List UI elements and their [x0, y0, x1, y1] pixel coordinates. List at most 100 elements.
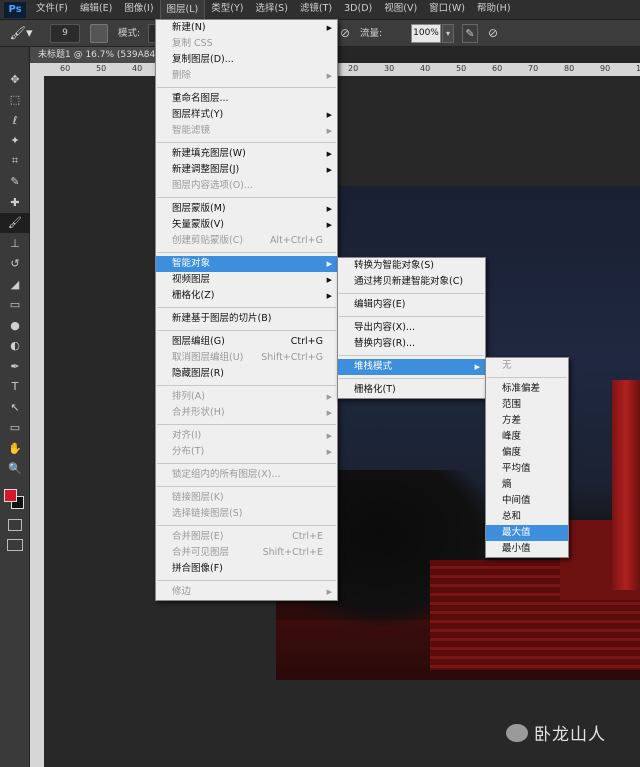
history-brush-icon[interactable]: ↺ [0, 254, 30, 275]
airbrush-icon[interactable]: ✎ [462, 24, 478, 43]
menu-item[interactable]: 栅格化(Z) ▶ [156, 288, 337, 304]
menu-item-label: 平均值 [502, 463, 531, 474]
document-tab[interactable]: 未标题1 @ 16.7% (539A849 [30, 47, 156, 63]
smart-object-submenu: 转换为智能对象(S) 通过拷贝新建智能对象(C) 编辑内容(E) 导出内容(X)...… [337, 257, 486, 399]
menu-item[interactable]: 中间值 [486, 493, 568, 509]
menu-item-label: 栅格化(Z) [172, 290, 215, 301]
menu-item[interactable]: 范围 [486, 397, 568, 413]
menu-item[interactable]: 隐藏图层(R) [156, 366, 337, 382]
menu-item[interactable]: 图层编组(G) Ctrl+G [156, 334, 337, 350]
submenu-arrow-icon: ▶ [326, 292, 332, 300]
menu-6[interactable]: 滤镜(T) [294, 0, 338, 19]
menu-item[interactable]: 拼合图像(F) [156, 561, 337, 577]
menu-item[interactable]: 新建基于图层的切片(B) [156, 311, 337, 327]
brush-size-field[interactable]: 9 [50, 24, 80, 43]
menu-item[interactable]: 重命名图层... [156, 91, 337, 107]
type-icon[interactable]: T [0, 377, 30, 398]
menu-item[interactable]: 替换内容(R)... [338, 336, 485, 352]
menu-separator [157, 197, 336, 198]
menu-item[interactable]: 新建填充图层(W) ▶ [156, 146, 337, 162]
move-icon[interactable]: ✥ [0, 69, 30, 90]
menu-9[interactable]: 窗口(W) [423, 0, 471, 19]
menu-item[interactable]: 最大值 [486, 525, 568, 541]
menu-item[interactable]: 图层蒙版(M) ▶ [156, 201, 337, 217]
foreground-color-swatch[interactable] [4, 489, 17, 502]
quick-select-icon[interactable]: ✦ [0, 131, 30, 152]
menu-item[interactable]: 新建调整图层(J) ▶ [156, 162, 337, 178]
menu-item[interactable]: 转换为智能对象(S) [338, 258, 485, 274]
menu-item: 合并形状(H) ▶ [156, 405, 337, 421]
eraser-icon[interactable]: ◢ [0, 274, 30, 295]
menu-item: 合并图层(E) Ctrl+E [156, 529, 337, 545]
menu-item-label: 编辑内容(E) [354, 299, 406, 310]
lasso-icon[interactable]: ℓ [0, 110, 30, 131]
menu-item[interactable]: 通过拷贝新建智能对象(C) [338, 274, 485, 290]
menu-4[interactable]: 类型(Y) [205, 0, 249, 19]
submenu-arrow-icon: ▶ [326, 127, 332, 135]
ruler-tick: 60 [492, 64, 503, 73]
menu-item[interactable]: 标准偏差 [486, 381, 568, 397]
healing-icon[interactable]: ✚ [0, 192, 30, 213]
menu-item[interactable]: 栅格化(T) [338, 382, 485, 398]
menu-item[interactable]: 方差 [486, 413, 568, 429]
brush-panel-toggle-icon[interactable] [90, 24, 108, 43]
dodge-icon[interactable]: ◐ [0, 336, 30, 357]
hand-icon[interactable]: ✋ [0, 438, 30, 459]
opacity-pressure-icon[interactable]: ⊘ [340, 24, 354, 43]
submenu-arrow-icon: ▶ [326, 72, 332, 80]
menu-item-label: 堆栈模式 [354, 361, 393, 372]
menu-item[interactable]: 偏度 [486, 445, 568, 461]
menu-7[interactable]: 3D(D) [338, 0, 378, 19]
menu-item[interactable]: 视频图层 ▶ [156, 272, 337, 288]
layer-menu: 新建(N) ▶ 复制 CSS 复制图层(D)... 删除 ▶ 重命名图层... 图层样式(Y)… [155, 19, 338, 601]
menu-item-label: 方差 [502, 415, 522, 426]
stamp-icon[interactable]: ⊥ [0, 233, 30, 254]
quick-mask-icon[interactable] [8, 519, 22, 531]
screen-mode-icon[interactable] [7, 539, 23, 551]
brush-preset-picker[interactable]: 🖌▾ [4, 24, 38, 43]
eyedropper-icon[interactable]: ✎ [0, 172, 30, 193]
menu-item-label: 新建(N) [172, 22, 206, 33]
pen-icon[interactable]: ✒ [0, 356, 30, 377]
menu-item[interactable]: 导出内容(X)... [338, 320, 485, 336]
menu-separator [157, 424, 336, 425]
menu-1[interactable]: 编辑(E) [74, 0, 118, 19]
menu-item[interactable]: 矢量蒙版(V) ▶ [156, 217, 337, 233]
path-select-icon[interactable]: ↖ [0, 397, 30, 418]
zoom-icon[interactable]: 🔍 [0, 459, 30, 480]
blur-icon[interactable]: ● [0, 315, 30, 336]
menu-item[interactable]: 堆栈模式 ▶ [338, 359, 485, 375]
menu-10[interactable]: 帮助(H) [471, 0, 517, 19]
menu-3[interactable]: 图层(L) [159, 0, 206, 20]
flow-dropdown-icon[interactable]: ▾ [442, 24, 454, 43]
menu-item[interactable]: 智能对象 ▶ [156, 256, 337, 272]
menu-item-shortcut: Alt+Ctrl+G [269, 235, 323, 246]
menu-item[interactable]: 图层样式(Y) ▶ [156, 107, 337, 123]
marquee-icon[interactable]: ⬚ [0, 90, 30, 111]
menu-separator [157, 525, 336, 526]
menu-item[interactable]: 最小值 [486, 541, 568, 557]
crop-icon[interactable]: ⌗ [0, 151, 30, 172]
menu-2[interactable]: 图像(I) [118, 0, 159, 19]
ruler-tick: 50 [96, 64, 107, 73]
menu-item-label: 峰度 [502, 431, 522, 442]
menu-item[interactable]: 峰度 [486, 429, 568, 445]
menu-0[interactable]: 文件(F) [30, 0, 74, 19]
menu-8[interactable]: 视图(V) [378, 0, 423, 19]
menu-separator [487, 377, 567, 378]
menu-item[interactable]: 编辑内容(E) [338, 297, 485, 313]
menu-5[interactable]: 选择(S) [249, 0, 293, 19]
menu-item[interactable]: 复制图层(D)... [156, 52, 337, 68]
menu-item[interactable]: 总和 [486, 509, 568, 525]
tablet-pressure-icon[interactable]: ⊘ [488, 24, 504, 43]
menu-item[interactable]: 新建(N) ▶ [156, 20, 337, 36]
shape-icon[interactable]: ▭ [0, 418, 30, 439]
menu-item[interactable]: 熵 [486, 477, 568, 493]
brush-icon[interactable]: 🖌 [0, 212, 30, 233]
menu-separator [339, 378, 484, 379]
menu-item-shortcut: Ctrl+E [292, 531, 323, 542]
gradient-icon[interactable]: ▭ [0, 295, 30, 316]
flow-input[interactable]: 100% [411, 24, 441, 43]
menu-item[interactable]: 平均值 [486, 461, 568, 477]
menu-item-label: 取消图层编组(U) [172, 352, 244, 363]
